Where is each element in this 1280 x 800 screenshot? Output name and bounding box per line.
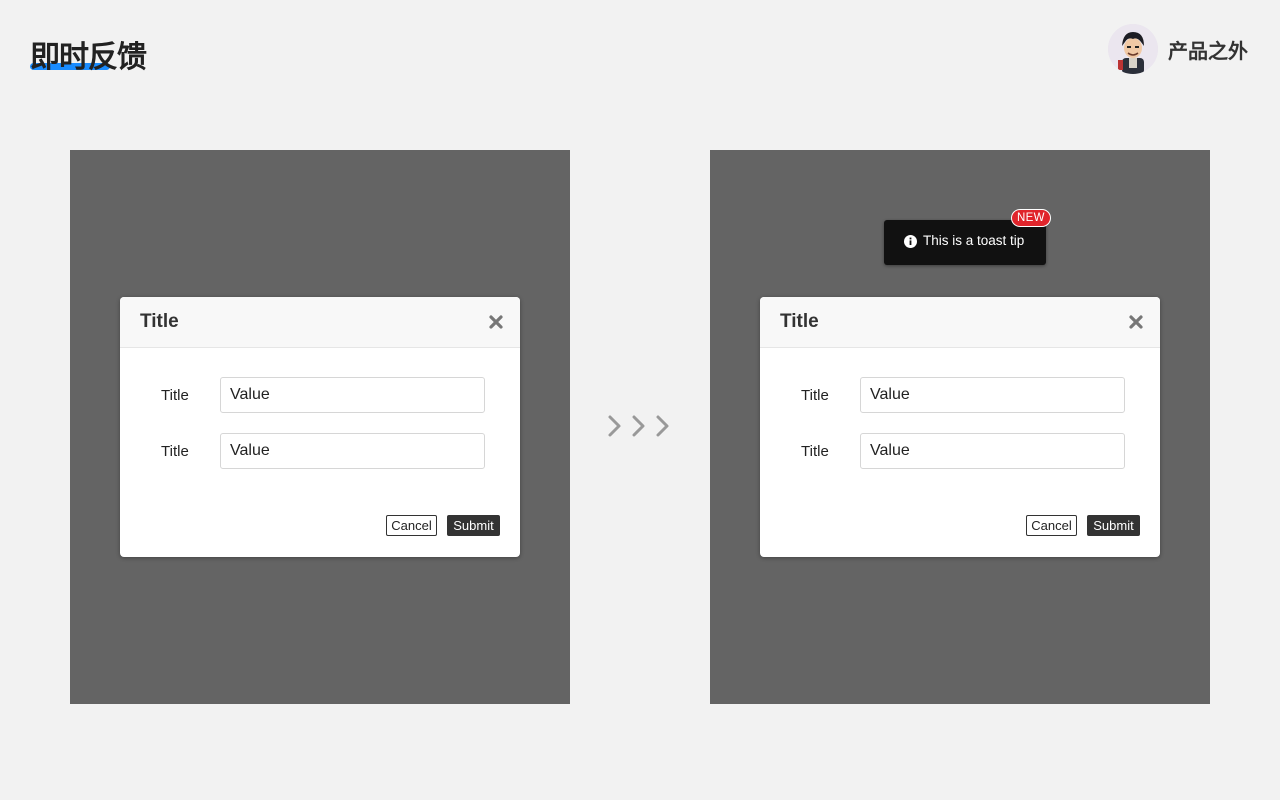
field-label: Title [801, 443, 829, 460]
close-icon[interactable] [488, 314, 504, 330]
dialog: Title Title Title Cancel Submit [120, 297, 520, 557]
dialog: Title Title Title Cancel Submit [760, 297, 1160, 557]
close-icon[interactable] [1128, 314, 1144, 330]
submit-button[interactable]: Submit [1087, 515, 1140, 536]
value-input[interactable] [220, 433, 485, 469]
field-label: Title [801, 387, 829, 404]
submit-button[interactable]: Submit [447, 515, 500, 536]
before-panel: Title Title Title Cancel Submit [70, 150, 570, 704]
page-title: 即时反馈 [30, 40, 147, 75]
form-row: Title [120, 377, 520, 413]
field-label: Title [161, 387, 189, 404]
avatar-illustration-icon [1108, 24, 1158, 74]
cancel-button[interactable]: Cancel [386, 515, 437, 536]
toast: This is a toast tip NEW [884, 209, 1051, 265]
value-input[interactable] [860, 377, 1125, 413]
toast-text: This is a toast tip [923, 233, 1025, 248]
form-row: Title [120, 433, 520, 469]
form-row: Title [760, 433, 1160, 469]
cancel-button[interactable]: Cancel [1026, 515, 1077, 536]
triple-chevron-right-icon [608, 415, 669, 437]
brand: 产品之外 [1108, 24, 1248, 74]
value-input[interactable] [860, 433, 1125, 469]
dialog-header: Title [760, 297, 1160, 348]
dialog-header: Title [120, 297, 520, 348]
field-label: Title [161, 443, 189, 460]
brand-name: 产品之外 [1168, 38, 1248, 63]
value-input[interactable] [220, 377, 485, 413]
after-panel: This is a toast tip NEW Title Title Titl… [710, 150, 1210, 704]
info-icon [904, 235, 917, 248]
dialog-title: Title [780, 311, 819, 332]
avatar [1108, 24, 1158, 74]
form-row: Title [760, 377, 1160, 413]
dialog-title: Title [140, 311, 179, 332]
new-badge: NEW [1011, 209, 1051, 227]
